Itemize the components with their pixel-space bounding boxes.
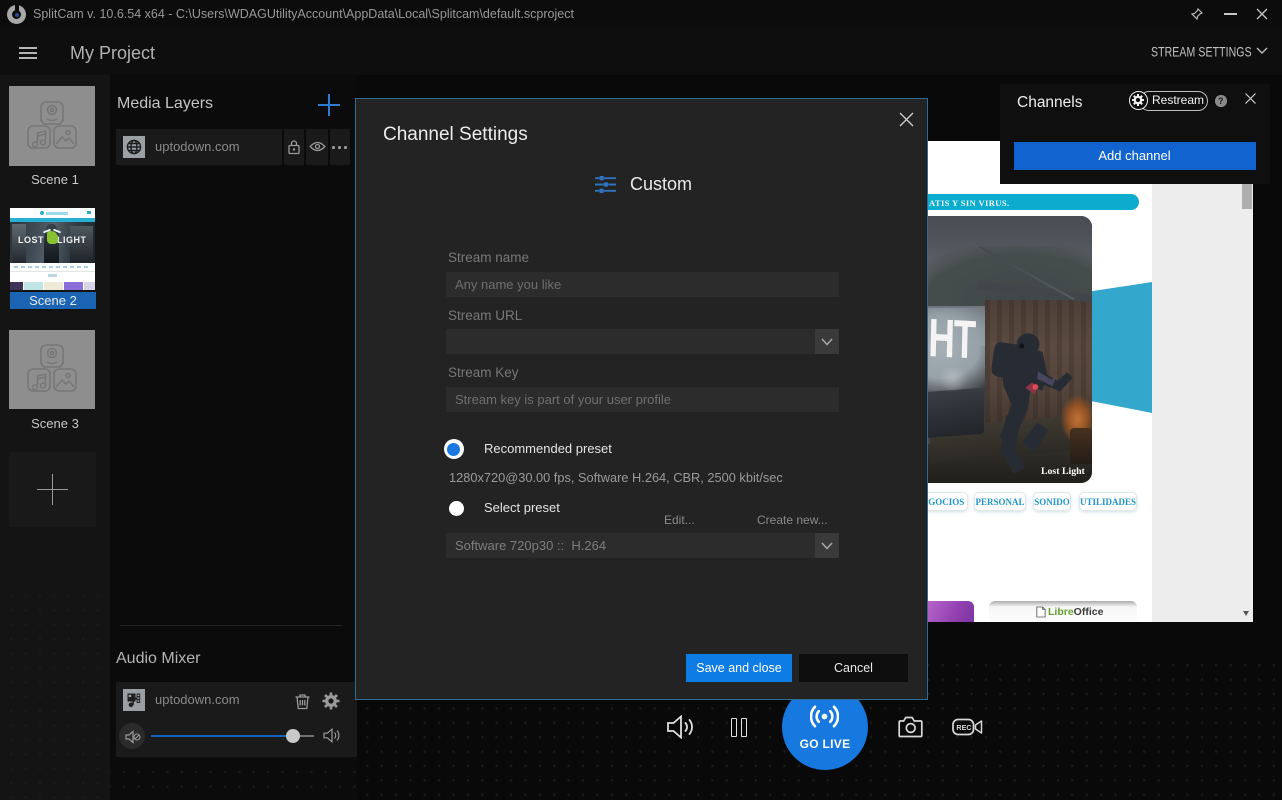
svg-text:REC: REC [956,723,971,732]
